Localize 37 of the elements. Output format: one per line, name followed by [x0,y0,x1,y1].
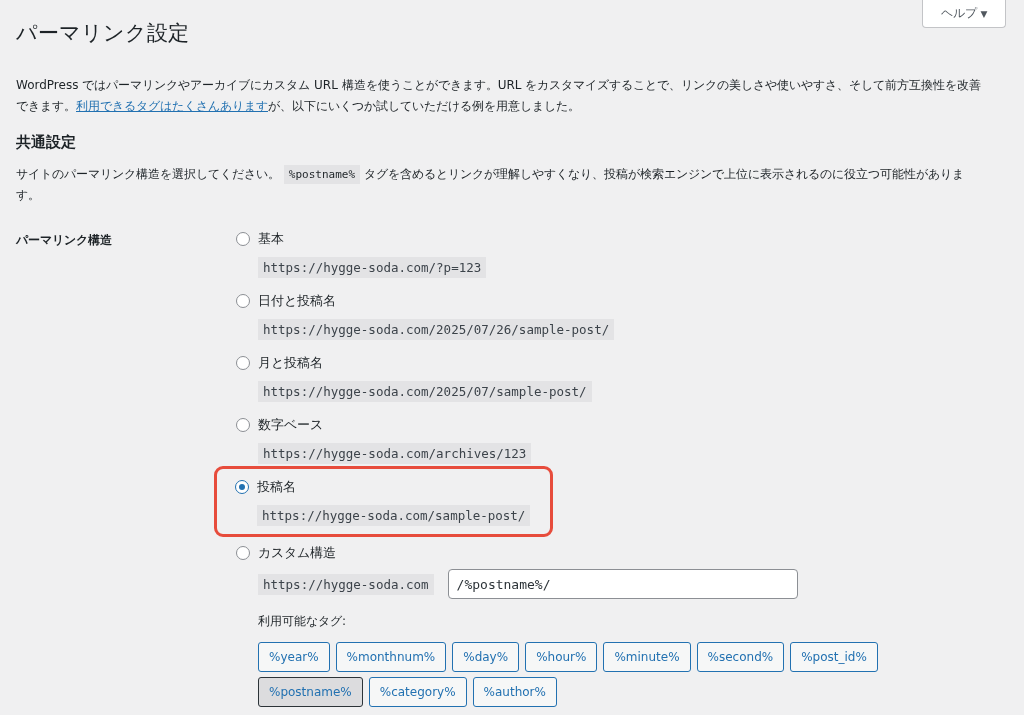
url-example: https://hygge-soda.com/2025/07/sample-post/ [258,381,592,402]
option-label: 月と投稿名 [258,354,323,372]
option-label: 投稿名 [257,478,296,496]
radio-button[interactable] [236,356,250,370]
url-example: https://hygge-soda.com/2025/07/26/sample-post/ [258,319,615,340]
structure-input[interactable]: /%postname%/ [447,569,798,599]
help-button[interactable]: ヘルプ ▼ [922,0,1006,28]
tag-button[interactable]: %post_id% [790,642,878,672]
option-label: カスタム構造 [258,544,336,562]
tag-button[interactable]: %year% [258,642,330,672]
tag-button[interactable]: %category% [368,677,467,707]
radio-button[interactable] [236,418,250,432]
tag-button[interactable]: %author% [472,677,557,707]
description-text: サイトのパーマリンク構造を選択してください。 %postname% タグを含めるとリンクが理解しやすくなり、投稿が検索エンジンで上位に表示されるのに役立つ可能性があります。 [16,164,965,204]
option-label: 日付と投稿名 [258,292,336,310]
url-example: https://hygge-soda.com/?p=123 [258,257,487,278]
tag-button[interactable]: %postname% [258,677,363,707]
radio-button[interactable] [236,546,250,560]
radio-button[interactable] [236,232,250,246]
tag-button[interactable]: %monthnum% [335,642,447,672]
page-title: パーマリンク設定 [16,20,189,47]
tags-label: 利用可能なタグ: [258,613,348,630]
field-label: パーマリンク構造 [16,232,113,249]
url-example: https://hygge-soda.com/archives/123 [258,443,532,464]
radio-button[interactable] [235,480,249,494]
option-label: 基本 [258,230,284,248]
tag-button[interactable]: %hour% [525,642,598,672]
tag-button[interactable]: %minute% [603,642,691,672]
url-example: https://hygge-soda.com/sample-post/ [257,505,531,526]
tag-button[interactable]: %second% [696,642,785,672]
url-base: https://hygge-soda.com [258,573,434,595]
tags-link[interactable]: 利用できるタグはたくさんあります [76,99,268,113]
tag-button[interactable]: %day% [452,642,520,672]
intro-text: WordPress ではパーマリンクやアーカイブにカスタム URL 構造を使うことができます。URL をカスタマイズすることで、リンクの美しさや使いやすさ、そして前方互換性を改善できます。利用できるタグはたくさんありますが、以下にいくつか試していただける例を用意しました。 [16,77,983,115]
section-title: 共通設定 [16,133,77,152]
option-label: 数字ベース [258,416,323,434]
radio-button[interactable] [236,294,250,308]
